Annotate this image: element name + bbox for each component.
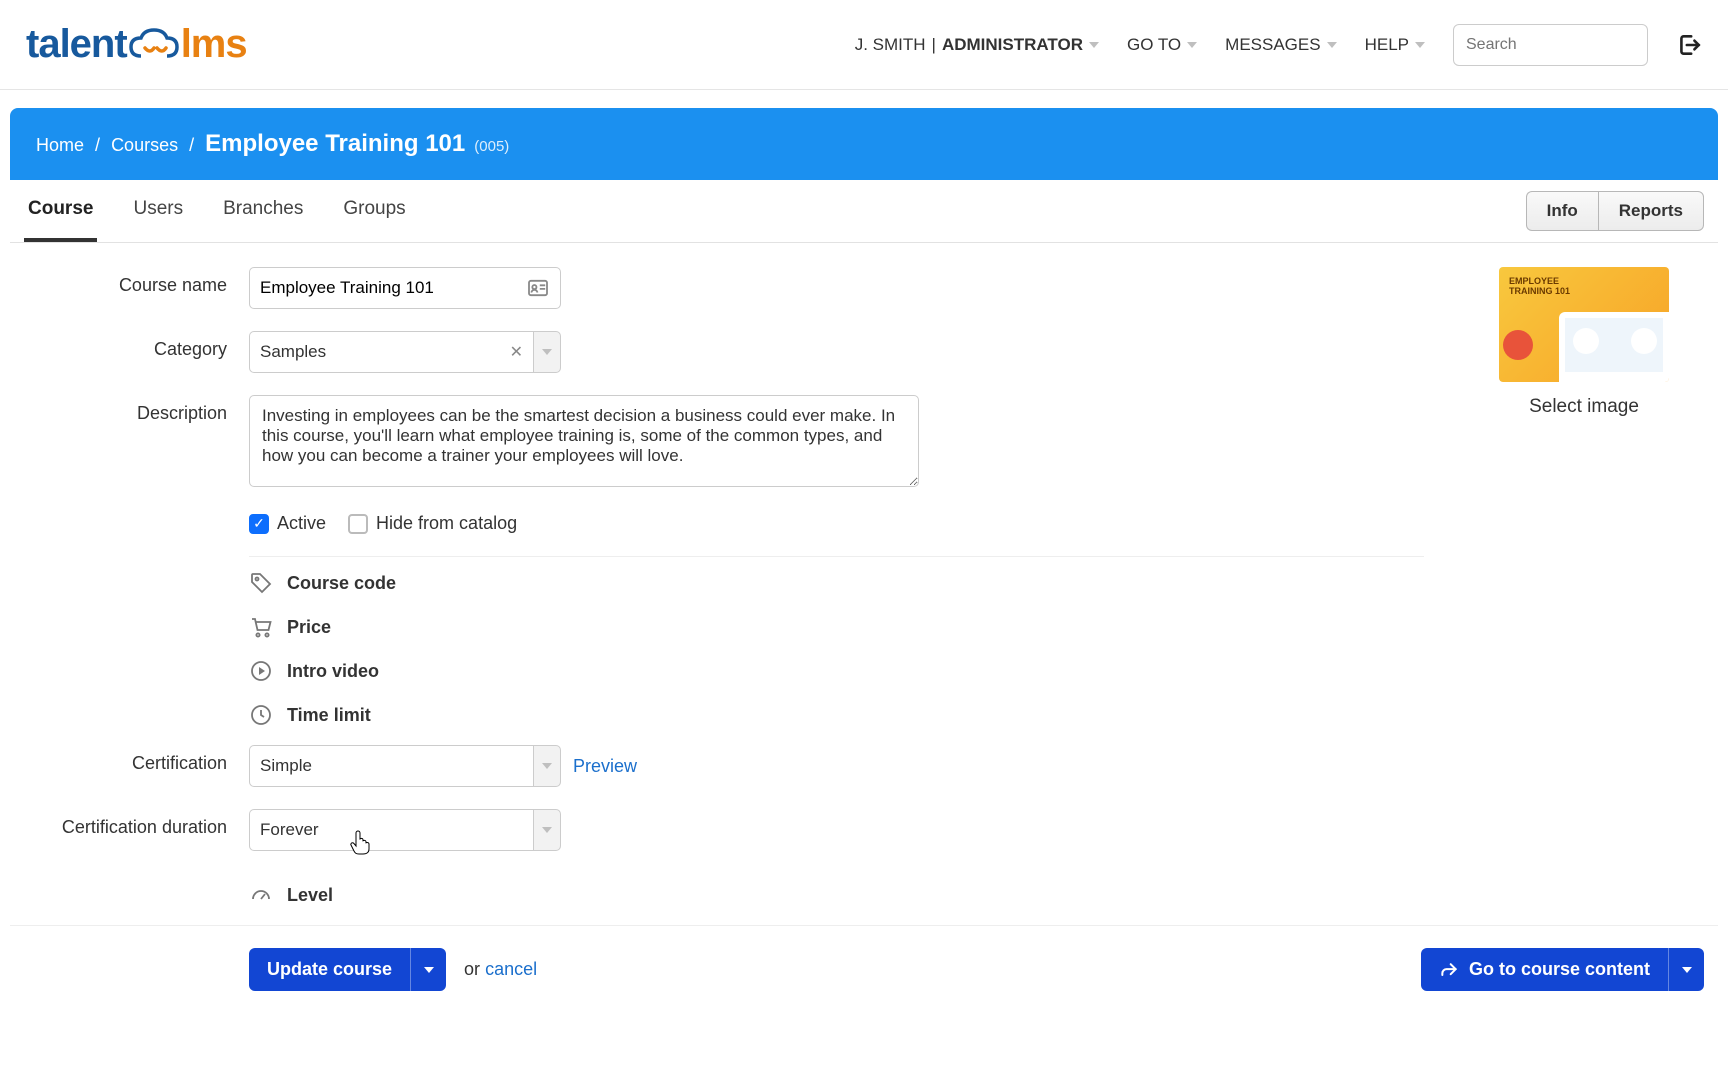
gauge-icon	[249, 883, 273, 907]
help-menu[interactable]: HELP	[1365, 35, 1425, 55]
extra-level[interactable]: Level	[249, 873, 1424, 917]
breadcrumb: Home / Courses / Employee Training 101 (…	[10, 108, 1718, 180]
course-name-label: Course name	[24, 267, 249, 296]
reports-button[interactable]: Reports	[1598, 191, 1704, 231]
course-name-input[interactable]	[260, 278, 526, 298]
user-role: ADMINISTRATOR	[942, 35, 1083, 55]
cert-duration-value: Forever	[260, 820, 319, 840]
messages-menu[interactable]: MESSAGES	[1225, 35, 1336, 55]
chevron-down-icon[interactable]	[410, 948, 446, 991]
description-textarea[interactable]: Investing in employees can be the smarte…	[249, 395, 919, 487]
chevron-down-icon	[1089, 42, 1099, 48]
info-button[interactable]: Info	[1526, 191, 1598, 231]
chevron-down-icon	[1327, 42, 1337, 48]
hide-checkbox[interactable]: ✓ Hide from catalog	[348, 513, 517, 534]
logo[interactable]: talent lms	[26, 22, 247, 67]
clock-icon	[249, 703, 273, 727]
clear-icon[interactable]: ✕	[510, 342, 523, 362]
chevron-down-icon	[1187, 42, 1197, 48]
extra-intro-video[interactable]: Intro video	[249, 649, 1424, 693]
select-image-link[interactable]: Select image	[1464, 396, 1704, 418]
check-icon: ✓	[249, 514, 269, 534]
cancel-link[interactable]: cancel	[485, 959, 537, 979]
chevron-down-icon[interactable]	[533, 745, 561, 787]
certification-value: Simple	[260, 756, 312, 776]
cert-duration-select[interactable]: Forever	[249, 809, 561, 851]
update-course-button[interactable]: Update course	[249, 948, 446, 991]
extra-time-limit[interactable]: Time limit	[249, 693, 1424, 737]
breadcrumb-courses[interactable]: Courses	[111, 135, 178, 155]
user-menu[interactable]: J. SMITH | ADMINISTRATOR	[855, 35, 1099, 55]
extra-price[interactable]: Price	[249, 605, 1424, 649]
user-name: J. SMITH	[855, 35, 926, 55]
tab-groups[interactable]: Groups	[339, 180, 409, 242]
logout-icon[interactable]	[1676, 32, 1702, 58]
active-checkbox[interactable]: ✓ Active	[249, 513, 326, 534]
chevron-down-icon[interactable]	[533, 809, 561, 851]
course-thumbnail[interactable]: EMPLOYEE TRAINING 101	[1499, 267, 1669, 382]
share-arrow-icon	[1439, 960, 1459, 980]
tag-icon	[249, 571, 273, 595]
goto-menu[interactable]: GO TO	[1127, 35, 1197, 55]
thumbnail-title: EMPLOYEE TRAINING 101	[1509, 277, 1570, 297]
category-label: Category	[24, 331, 249, 360]
id-card-icon[interactable]	[526, 276, 550, 300]
tab-course[interactable]: Course	[24, 180, 97, 242]
preview-link[interactable]: Preview	[573, 756, 637, 777]
tab-users[interactable]: Users	[129, 180, 187, 242]
category-select[interactable]: Samples ✕	[249, 331, 561, 373]
chevron-down-icon[interactable]	[1668, 948, 1704, 991]
goto-content-button[interactable]: Go to course content	[1421, 948, 1704, 991]
search-input[interactable]	[1453, 24, 1648, 66]
certification-label: Certification	[24, 745, 249, 774]
chevron-down-icon	[1415, 42, 1425, 48]
description-label: Description	[24, 395, 249, 424]
course-name-field[interactable]	[249, 267, 561, 309]
breadcrumb-home[interactable]: Home	[36, 135, 84, 155]
page-title: Employee Training 101	[205, 130, 465, 157]
category-value: Samples	[260, 342, 326, 362]
cert-duration-label: Certification duration	[24, 809, 249, 838]
cart-icon	[249, 615, 273, 639]
tab-branches[interactable]: Branches	[219, 180, 307, 242]
certification-select[interactable]: Simple	[249, 745, 561, 787]
chevron-down-icon[interactable]	[533, 331, 561, 373]
page-code: (005)	[474, 138, 509, 155]
cloud-icon	[127, 22, 181, 67]
extra-course-code[interactable]: Course code	[249, 561, 1424, 605]
check-icon: ✓	[348, 514, 368, 534]
play-circle-icon	[249, 659, 273, 683]
